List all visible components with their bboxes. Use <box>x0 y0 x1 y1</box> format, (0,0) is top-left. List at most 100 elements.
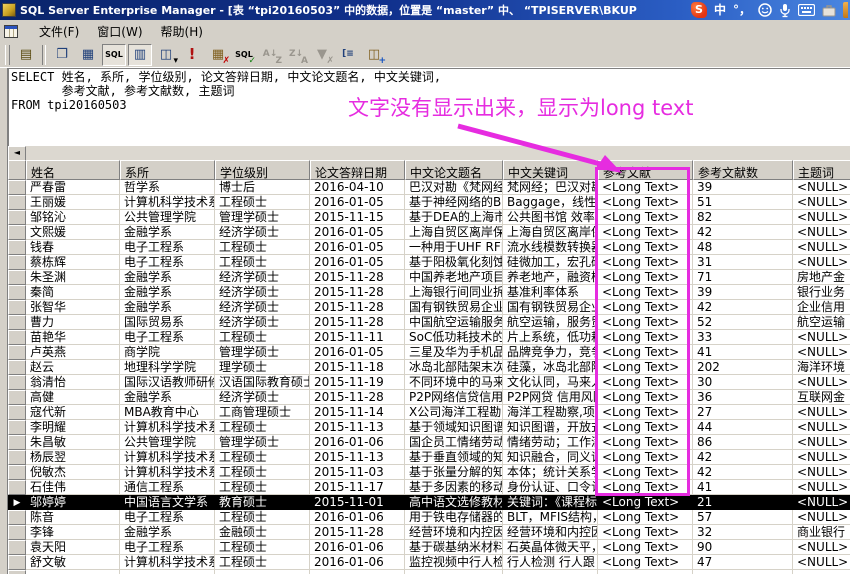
table-cell[interactable]: 袁天阳 <box>26 540 120 555</box>
row-selector[interactable] <box>8 450 26 465</box>
table-cell[interactable]: 32 <box>693 525 793 540</box>
menu-window[interactable]: 窗口(W) <box>88 21 151 42</box>
properties-button[interactable]: ▤ <box>14 44 38 66</box>
table-cell[interactable]: <NULL> <box>793 240 850 255</box>
table-cell[interactable]: 上海银行间同业拆 <box>405 285 503 300</box>
table-cell[interactable]: 基准利率体系 <box>503 285 598 300</box>
table-cell[interactable]: 硅微加工，宏孔硅 <box>503 255 598 270</box>
table-cell[interactable]: 通信工程系 <box>120 480 215 495</box>
table-cell[interactable]: 电子工程系 <box>120 540 215 555</box>
table-cell[interactable]: 2015-11-28 <box>310 525 405 540</box>
table-cell[interactable]: <Long Text> <box>598 495 693 510</box>
table-cell[interactable]: 2015-11-03 <box>310 465 405 480</box>
table-cell[interactable]: 身份认证、口令认 <box>503 480 598 495</box>
table-row[interactable]: 苗艳华 电子工程系 工程硕士 2015-11-11 SoC低功耗技术的 片上系统，低功耗 <… <box>8 330 850 345</box>
column-header-department[interactable]: 系所 <box>120 160 215 180</box>
table-cell[interactable]: <Long Text> <box>598 345 693 360</box>
table-cell[interactable]: 2016-01-05 <box>310 345 405 360</box>
table-cell[interactable]: 2016-01-06 <box>310 540 405 555</box>
table-cell[interactable]: 经济学硕士 <box>215 285 310 300</box>
column-header-thesis-title[interactable]: 中文论文题名 <box>405 160 503 180</box>
table-cell[interactable]: <Long Text> <box>598 195 693 210</box>
table-cell[interactable]: <Long Text> <box>598 375 693 390</box>
row-selector[interactable] <box>8 315 26 330</box>
table-cell[interactable]: 不同环境中的马来 <box>405 375 503 390</box>
table-cell[interactable]: 计算机科学技术系 <box>120 195 215 210</box>
column-header-name[interactable]: 姓名 <box>26 160 120 180</box>
table-cell[interactable]: 2016-01-05 <box>310 225 405 240</box>
row-selector[interactable] <box>8 180 26 195</box>
table-cell[interactable]: <NULL> <box>793 330 850 345</box>
table-cell[interactable]: 金融学系 <box>120 525 215 540</box>
table-cell[interactable]: 基于神经网络的B <box>405 195 503 210</box>
row-selector[interactable] <box>8 270 26 285</box>
table-cell[interactable]: 基于垂直领域的知 <box>405 450 503 465</box>
table-row[interactable]: ▶ 邬婷婷 中国语言文学系 教育硕士 2015-11-01 高中语文选修教材 关键词：《课程… <box>8 495 850 510</box>
table-cell[interactable]: 基于张量分解的知 <box>405 465 503 480</box>
table-cell[interactable]: X公司海洋工程勘 <box>405 405 503 420</box>
table-cell[interactable]: 航空运输，服务贸 <box>503 315 598 330</box>
toolbox-icon[interactable] <box>822 4 836 17</box>
table-cell[interactable]: 工商管理硕士 <box>215 405 310 420</box>
table-row[interactable]: 石佳伟 通信工程系 工程硕士 2015-11-17 基于多因素的移动 身份认证、口令认 <L… <box>8 480 850 495</box>
table-cell[interactable]: 管理学硕士 <box>215 435 310 450</box>
table-cell[interactable]: 严春雷 <box>26 180 120 195</box>
table-cell[interactable]: 博士后 <box>215 180 310 195</box>
table-row[interactable]: 蔡栋辉 电子工程系 工程硕士 2016-01-05 基于阳极氧化刻蚀 硅微加工，宏孔硅 <L… <box>8 255 850 270</box>
table-cell[interactable]: <NULL> <box>793 435 850 450</box>
table-row[interactable]: 陈音 电子工程系 工程硕士 2016-01-06 用于铁电存储器的 BLT，MFIS结构，… <box>8 510 850 525</box>
table-cell[interactable]: 42 <box>693 450 793 465</box>
table-cell[interactable]: P2P网贷 信用风险 <box>503 390 598 405</box>
table-cell[interactable]: 57 <box>693 510 793 525</box>
table-cell[interactable]: 计算机科学技术系 <box>120 450 215 465</box>
table-cell[interactable]: 本体；统计关系学 <box>503 465 598 480</box>
sort-descending-button[interactable]: Z↓ A <box>284 44 308 66</box>
table-cell[interactable]: MBA教育中心 <box>120 405 215 420</box>
sort-ascending-button[interactable]: A↓ Z <box>258 44 282 66</box>
row-selector[interactable]: ▶ <box>8 495 26 510</box>
table-cell[interactable]: 工程硕士 <box>215 555 310 570</box>
row-selector[interactable] <box>8 225 26 240</box>
table-cell[interactable]: <NULL> <box>793 465 850 480</box>
table-cell[interactable]: <Long Text> <box>598 225 693 240</box>
table-cell[interactable]: 李锋 <box>26 525 120 540</box>
chinese-mode-icon[interactable]: 中 <box>714 0 726 20</box>
table-cell[interactable]: 经济学硕士 <box>215 225 310 240</box>
row-selector[interactable] <box>8 435 26 450</box>
table-cell[interactable]: 情绪劳动；工作满 <box>503 435 598 450</box>
table-cell[interactable]: 2015-11-28 <box>310 315 405 330</box>
table-cell[interactable]: 电子工程系 <box>120 240 215 255</box>
show-results-pane-button[interactable]: ▥ <box>128 43 152 66</box>
table-row[interactable]: 曹力 国际贸易系 经济学硕士 2015-11-28 中国航空运输服务 航空运输，服务贸 <L… <box>8 315 850 330</box>
table-cell[interactable]: 公共图书馆 效率 <box>503 210 598 225</box>
table-cell[interactable]: <NULL> <box>793 540 850 555</box>
table-cell[interactable]: 27 <box>693 405 793 420</box>
table-cell[interactable]: <NULL> <box>793 405 850 420</box>
table-cell[interactable]: 梵网经；巴汉对勘 <box>503 180 598 195</box>
table-row[interactable]: 杨辰翌 计算机科学技术系 工程硕士 2015-11-13 基于垂直领域的知 知识融合，同义… <box>8 450 850 465</box>
table-cell[interactable]: <Long Text> <box>598 435 693 450</box>
table-row[interactable]: 朱昌敏 公共管理学院 管理学硕士 2016-01-06 国企员工情绪劳动 情绪劳动；工作满… <box>8 435 850 450</box>
table-cell[interactable]: 舒文敏 <box>26 555 120 570</box>
table-cell[interactable]: <Long Text> <box>598 315 693 330</box>
table-row[interactable]: 文熙媛 金融学系 经济学硕士 2016-01-05 上海自贸区离岸保 上海自贸区离岸保 <L… <box>8 225 850 240</box>
table-cell[interactable]: 经济学硕士 <box>215 390 310 405</box>
table-cell[interactable]: 高健 <box>26 390 120 405</box>
table-cell[interactable]: <Long Text> <box>598 450 693 465</box>
table-cell[interactable]: 倪敏杰 <box>26 465 120 480</box>
table-cell[interactable]: 计算机科学技术系 <box>120 420 215 435</box>
table-cell[interactable]: 金融学系 <box>120 285 215 300</box>
table-cell[interactable]: 经济学硕士 <box>215 315 310 330</box>
table-cell[interactable]: 哲学系 <box>120 180 215 195</box>
table-cell[interactable]: 王丽媛 <box>26 195 120 210</box>
table-cell[interactable]: 41 <box>693 345 793 360</box>
table-cell[interactable]: 邬婷婷 <box>26 495 120 510</box>
table-cell[interactable]: 2016-01-05 <box>310 240 405 255</box>
table-cell[interactable]: 中国航空运输服务 <box>405 315 503 330</box>
table-cell[interactable]: 巴汉对勘《梵网经 <box>405 180 503 195</box>
table-cell[interactable]: 金融学系 <box>120 300 215 315</box>
sql-pane-hscrollbar[interactable]: ◄ <box>8 145 850 161</box>
header-corner[interactable] <box>8 160 26 180</box>
table-cell[interactable]: 48 <box>693 240 793 255</box>
show-grid-pane-button[interactable]: ▦ <box>76 44 100 66</box>
